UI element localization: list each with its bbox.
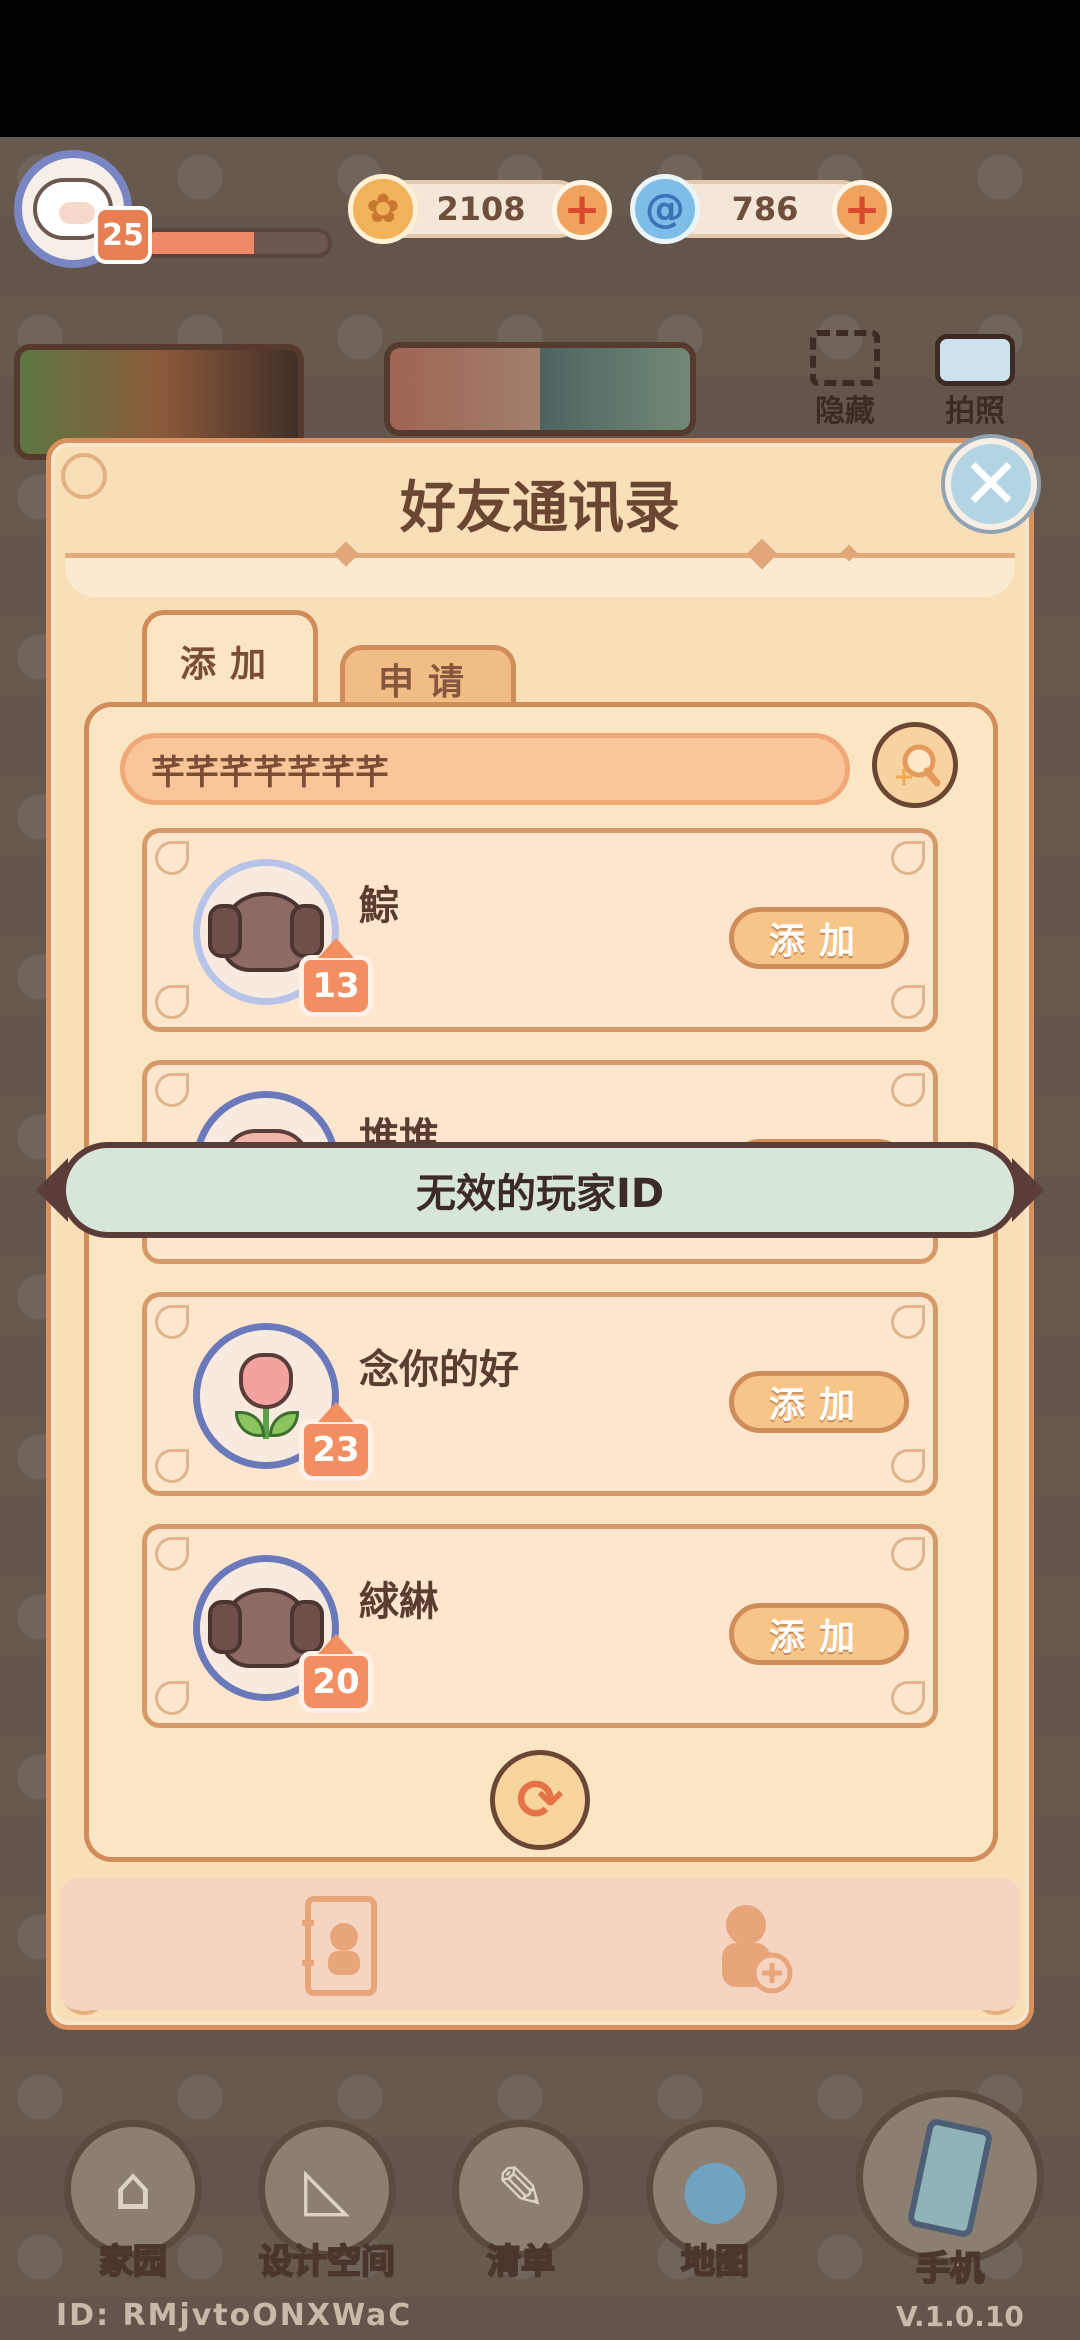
add-coins-button[interactable]: + <box>552 180 612 240</box>
error-toast: 无效的玩家ID <box>60 1142 1020 1238</box>
game-screen: 25 2108 ✿ + 786 @ + 隐藏 拍照 好友通讯录 ✕ 添加 申请 … <box>0 0 1080 2340</box>
coin-icon: ✿ <box>348 174 418 244</box>
card-ornament <box>891 1537 925 1571</box>
friend-name: 鯮 <box>359 883 399 929</box>
search-input-value: 芊芊芊芊芊芊芊 <box>151 752 389 793</box>
refresh-button[interactable]: ⟳ <box>490 1750 590 1850</box>
add-friend-button[interactable]: 添加 <box>729 1603 909 1665</box>
phone-icon <box>856 2090 1044 2265</box>
nav-map[interactable]: ⬤ 地图 <box>640 2120 790 2320</box>
add-contact-button[interactable] <box>710 1890 794 2000</box>
dialog-title: 好友通讯录 <box>400 476 680 541</box>
add-friend-button[interactable]: 添加 <box>729 907 909 969</box>
card-ornament <box>155 1681 189 1715</box>
tab-requests[interactable]: 申请 <box>340 645 516 707</box>
nav-design-space[interactable]: ◺ 设计空间 <box>252 2120 402 2320</box>
card-ornament <box>891 1449 925 1483</box>
card-ornament <box>891 1073 925 1107</box>
card-ornament <box>155 1449 189 1483</box>
list-item: 13 鯮 添加 <box>142 828 938 1032</box>
card-ornament <box>155 841 189 875</box>
player-level-badge: 25 <box>94 206 152 264</box>
photo-button[interactable]: 拍照 <box>930 330 1020 430</box>
friend-name: 絿綝 <box>359 1579 439 1625</box>
dialog-footer <box>60 1878 1020 2010</box>
xp-bar <box>140 228 332 258</box>
card-ornament <box>155 1537 189 1571</box>
hide-ui-label: 隐藏 <box>815 394 875 429</box>
refresh-icon: ⟳ <box>516 1767 564 1833</box>
status-bar <box>0 0 1080 137</box>
list-item: 20 絿綝 添加 <box>142 1524 938 1728</box>
nav-phone[interactable]: 手机 <box>850 2090 1050 2290</box>
card-ornament <box>155 1073 189 1107</box>
nav-home[interactable]: ⌂ 家园 <box>58 2120 208 2320</box>
card-ornament <box>891 841 925 875</box>
friend-level-badge: 20 <box>299 1634 373 1713</box>
nav-design-label: 设计空间 <box>258 2241 396 2283</box>
add-friend-button[interactable]: 添加 <box>729 1371 909 1433</box>
list-item: 23 念你的好 添加 <box>142 1292 938 1496</box>
xp-bar-fill <box>144 232 255 254</box>
close-icon: ✕ <box>961 443 1021 525</box>
magnifier-icon: + <box>893 744 941 792</box>
camera-icon <box>935 334 1015 386</box>
nav-list[interactable]: ✎ 清单 <box>446 2120 596 2320</box>
title-divider <box>65 553 1015 597</box>
version-text: V.1.0.10 <box>896 2300 1024 2333</box>
dog-icon <box>208 1588 324 1668</box>
add-gems-button[interactable]: + <box>832 180 892 240</box>
close-button[interactable]: ✕ <box>945 438 1037 530</box>
friend-level-badge: 13 <box>299 938 373 1017</box>
search-button[interactable]: + <box>872 722 958 808</box>
tab-add[interactable]: 添加 <box>142 610 318 706</box>
friend-level-badge: 23 <box>299 1402 373 1481</box>
friend-name: 念你的好 <box>359 1347 519 1393</box>
card-ornament <box>155 985 189 1019</box>
dog-icon <box>208 892 324 972</box>
tulip-icon <box>231 1353 301 1439</box>
card-ornament <box>155 1305 189 1339</box>
card-ornament <box>891 1305 925 1339</box>
player-id-search-input[interactable]: 芊芊芊芊芊芊芊 <box>120 733 850 805</box>
card-ornament <box>891 1681 925 1715</box>
photo-label: 拍照 <box>945 394 1005 429</box>
nav-list-label: 清单 <box>486 2241 556 2283</box>
frame-icon <box>810 330 880 386</box>
add-person-icon <box>722 1905 793 1994</box>
nav-phone-label: 手机 <box>915 2248 985 2290</box>
nav-map-label: 地图 <box>680 2241 750 2283</box>
contacts-book-button[interactable] <box>298 1890 382 2000</box>
contact-book-icon <box>302 1896 377 1996</box>
svg-text:+: + <box>893 762 915 792</box>
hide-ui-button[interactable]: 隐藏 <box>800 330 890 430</box>
swirl-gem-icon: @ <box>630 174 700 244</box>
card-ornament <box>891 985 925 1019</box>
nav-home-label: 家园 <box>98 2241 168 2283</box>
player-id-text: ID: RMjvtoONXWaC <box>56 2298 413 2333</box>
